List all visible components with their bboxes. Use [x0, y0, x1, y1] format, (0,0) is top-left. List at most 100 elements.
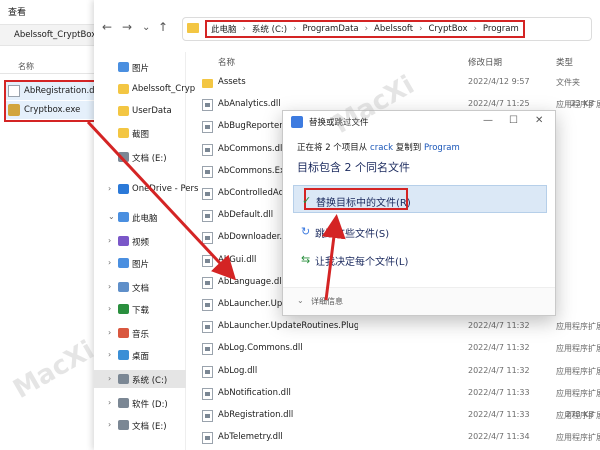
- file-row[interactable]: AbLog.Commons.dll 2022/4/7 11:32 应用程序扩展: [194, 338, 600, 360]
- column-date[interactable]: 修改日期: [468, 56, 502, 68]
- navigation-bar: ← → ⌄ ↑ 此电脑 › 系统 (C:) › ProgramData › Abels…: [94, 14, 600, 44]
- nav-item-label: 桌面: [132, 352, 150, 362]
- file-row[interactable]: AbRegistration.dll 2022/4/7 11:33 应用程序扩展 27…: [194, 405, 600, 427]
- folder-icon: [118, 84, 129, 94]
- chevron-right-icon: ›: [242, 24, 246, 34]
- dll-file-icon: [202, 232, 213, 245]
- copy-icon: [291, 116, 303, 128]
- chevron-down-icon: ⌄: [297, 296, 304, 305]
- folder-icon: [118, 128, 129, 138]
- chevron-down-icon[interactable]: ⌄: [142, 22, 150, 33]
- address-bar[interactable]: 此电脑 › 系统 (C:) › ProgramData › Abelssoft › Cr…: [182, 17, 592, 41]
- nav-item[interactable]: ⌄ 此电脑: [94, 208, 186, 226]
- maximize-icon[interactable]: ☐: [509, 115, 518, 126]
- left-file-item[interactable]: AbRegistration.dll: [6, 82, 99, 100]
- file-type: 应用程序扩展: [556, 344, 600, 354]
- nav-item-label: 文档 (E:): [132, 422, 167, 432]
- nav-item[interactable]: 文档 (E:): [94, 148, 186, 166]
- file-name: AbTelemetry.dll: [218, 432, 283, 443]
- up-arrow-icon[interactable]: ↑: [158, 20, 168, 34]
- nav-item[interactable]: › 系统 (C:): [94, 370, 186, 388]
- nav-item[interactable]: › OneDrive - Pers: [94, 180, 198, 198]
- nav-item[interactable]: › 桌面: [94, 346, 186, 364]
- nav-item[interactable]: Abelssoft_Cryp: [94, 80, 195, 98]
- left-path-bar[interactable]: Abelssoft_CryptBox_2: [0, 24, 106, 46]
- view-menu[interactable]: 查看: [8, 5, 26, 18]
- forward-arrow-icon[interactable]: →: [122, 20, 132, 34]
- source-folder-link[interactable]: crack: [370, 143, 393, 153]
- nav-item[interactable]: › 下载: [94, 300, 186, 318]
- left-column-header[interactable]: 名称: [0, 58, 100, 74]
- nav-item[interactable]: 截图: [94, 124, 186, 142]
- dll-file-icon: [202, 210, 213, 223]
- nav-item[interactable]: › 视频: [94, 232, 186, 250]
- nav-item-label: 视频: [132, 238, 150, 248]
- file-date: 2022/4/7 11:32: [468, 343, 530, 353]
- decide-icon: ⇆: [301, 253, 311, 266]
- file-name: AbLog.dll: [218, 365, 258, 376]
- crumb[interactable]: 系统 (C:): [252, 23, 287, 35]
- back-arrow-icon[interactable]: ←: [102, 20, 112, 34]
- desktop-icon: [118, 350, 129, 360]
- dll-file-icon: [202, 121, 213, 134]
- file-row[interactable]: AbLog.dll 2022/4/7 11:32 应用程序扩展: [194, 361, 600, 383]
- destination-folder-link[interactable]: Program: [424, 143, 460, 153]
- replace-or-skip-dialog: 替换或跳过文件 — ☐ ✕ 正在将 2 个项目从 crack 复制到 Progr…: [282, 110, 556, 316]
- drive-icon: [118, 374, 129, 384]
- dll-file-icon: [202, 299, 213, 311]
- crumb[interactable]: Abelssoft: [374, 24, 413, 34]
- nav-item-label: UserData: [132, 106, 172, 116]
- crumb[interactable]: ProgramData: [302, 24, 358, 34]
- file-row[interactable]: AbTelemetry.dll 2022/4/7 11:34 应用程序扩展: [194, 427, 600, 449]
- minimize-icon[interactable]: —: [483, 115, 493, 126]
- chevron-icon[interactable]: ⌄: [108, 212, 115, 221]
- crumb[interactable]: Program: [483, 24, 519, 34]
- replace-files-option[interactable]: ✓ 替换目标中的文件(R): [293, 185, 547, 213]
- chevron-icon[interactable]: ›: [108, 236, 111, 245]
- chevron-icon[interactable]: ›: [108, 282, 111, 291]
- file-row[interactable]: AbNotification.dll 2022/4/7 11:33 应用程序扩展: [194, 383, 600, 405]
- chevron-icon[interactable]: ›: [108, 420, 111, 429]
- left-file-item[interactable]: Cryptbox.exe: [6, 101, 94, 119]
- skip-files-option[interactable]: ↻ 跳过这些文件(S): [293, 217, 547, 245]
- chevron-icon[interactable]: ›: [108, 184, 111, 193]
- dll-file-icon: [202, 165, 213, 178]
- chevron-icon[interactable]: ›: [108, 398, 111, 407]
- column-type[interactable]: 类型: [556, 56, 573, 68]
- file-name: AbLog.Commons.dll: [218, 343, 303, 354]
- dll-file-icon: [202, 254, 213, 267]
- chevron-icon[interactable]: ›: [108, 374, 111, 383]
- nav-item-label: 文档: [132, 284, 150, 294]
- chevron-icon[interactable]: ›: [108, 304, 111, 313]
- dll-file-icon: [202, 343, 213, 356]
- chevron-icon[interactable]: ›: [108, 328, 111, 337]
- nav-item[interactable]: › 图片: [94, 254, 186, 272]
- breadcrumb: 此电脑 › 系统 (C:) › ProgramData › Abelssoft › Cr…: [205, 20, 525, 38]
- decide-each-file-option[interactable]: ⇆ 让我决定每个文件(L): [293, 245, 547, 273]
- nav-item[interactable]: 图片: [94, 58, 186, 76]
- crumb[interactable]: 此电脑: [211, 23, 237, 35]
- documents-icon: [118, 282, 129, 292]
- nav-item[interactable]: › 文档 (E:): [94, 416, 186, 434]
- column-name[interactable]: 名称: [218, 56, 235, 68]
- nav-item[interactable]: UserData: [94, 102, 186, 120]
- dll-file-icon: [202, 410, 213, 422]
- dialog-footer[interactable]: ⌄ 详细信息: [283, 287, 555, 315]
- nav-item[interactable]: › 音乐: [94, 324, 186, 342]
- file-row[interactable]: AbLauncher.UpdateRoutines.Plugin.B... 202…: [194, 316, 600, 338]
- crumb[interactable]: CryptBox: [429, 24, 468, 34]
- nav-item[interactable]: › 文档: [94, 278, 186, 296]
- nav-item[interactable]: › 软件 (D:): [94, 394, 186, 412]
- file-size: 278 KB: [565, 410, 594, 419]
- file-date: 2022/4/7 11:33: [468, 387, 530, 397]
- close-icon[interactable]: ✕: [535, 115, 543, 126]
- folder-icon: [202, 79, 213, 88]
- chevron-icon[interactable]: ›: [108, 258, 111, 267]
- chevron-icon[interactable]: ›: [108, 350, 111, 359]
- file-name: AbNotification.dll: [218, 387, 291, 398]
- file-date: 2022/4/7 11:34: [468, 432, 530, 442]
- left-menubar: 查看: [0, 0, 100, 22]
- checkmark-icon: ✓: [302, 194, 312, 207]
- nav-item-label: 软件 (D:): [132, 400, 168, 410]
- dll-file-icon: [202, 188, 213, 200]
